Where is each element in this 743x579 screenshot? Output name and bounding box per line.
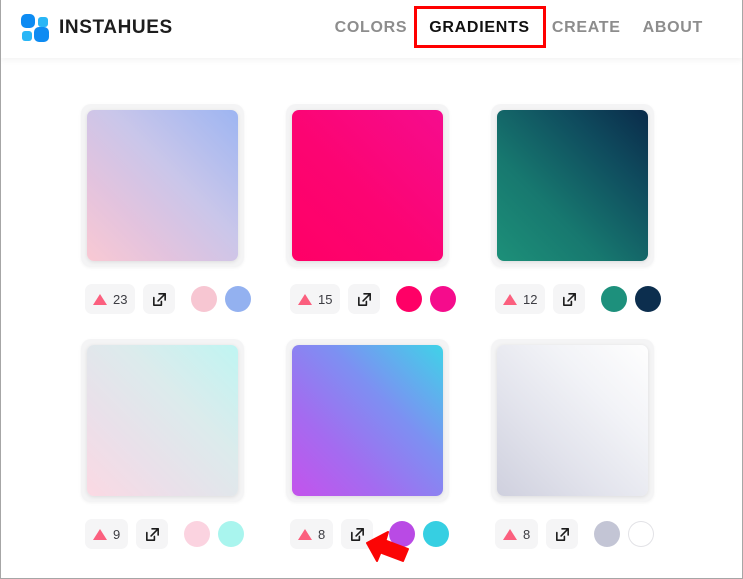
- upvote-button[interactable]: 15: [290, 284, 341, 314]
- gradient-preview[interactable]: [81, 104, 244, 267]
- color-swatches: [601, 286, 662, 312]
- gradient-fill: [87, 345, 238, 496]
- vote-count: 15: [318, 291, 333, 307]
- nav-item-about-wrap: ABOUT: [632, 19, 714, 37]
- vote-count: 23: [113, 291, 128, 307]
- gradient-preview[interactable]: [491, 339, 654, 502]
- nav-item-gradients-wrap: GRADIENTS: [414, 6, 546, 48]
- gradient-fill: [87, 110, 238, 261]
- triangle-up-icon: [298, 293, 312, 305]
- triangle-up-icon: [93, 293, 107, 305]
- upvote-button[interactable]: 9: [85, 519, 129, 549]
- nav-item-about[interactable]: ABOUT: [632, 19, 714, 37]
- gradient-card: 8: [491, 339, 666, 574]
- card-actions: 12: [495, 284, 662, 314]
- nav-item-colors[interactable]: COLORS: [324, 19, 419, 37]
- color-swatches: [184, 521, 245, 547]
- color-swatch[interactable]: [218, 521, 245, 547]
- vote-count: 9: [113, 526, 121, 542]
- logo-squares-icon: [21, 14, 49, 42]
- gradient-preview[interactable]: [286, 339, 449, 502]
- share-button[interactable]: [546, 519, 579, 549]
- gradient-grid: 23 15 12 9 8 8: [81, 104, 666, 574]
- card-actions: 8: [290, 519, 450, 549]
- color-swatches: [594, 521, 655, 547]
- gradient-card: 12: [491, 104, 666, 339]
- gradient-fill: [497, 345, 648, 496]
- color-swatch[interactable]: [184, 521, 211, 547]
- triangle-up-icon: [298, 528, 312, 540]
- upvote-button[interactable]: 8: [495, 519, 539, 549]
- upvote-button[interactable]: 8: [290, 519, 334, 549]
- vote-count: 8: [318, 526, 326, 542]
- share-button[interactable]: [348, 284, 381, 314]
- vote-count: 8: [523, 526, 531, 542]
- color-swatch[interactable]: [628, 521, 655, 547]
- card-actions: 8: [495, 519, 655, 549]
- color-swatches: [396, 286, 457, 312]
- external-link-icon: [562, 292, 576, 306]
- vote-count: 12: [523, 291, 538, 307]
- gradient-fill: [292, 110, 443, 261]
- color-swatch[interactable]: [389, 521, 416, 547]
- gradients-page: 23 15 12 9 8 8: [1, 58, 742, 578]
- gradient-card: 9: [81, 339, 256, 574]
- nav-item-colors-wrap: COLORS: [324, 19, 419, 37]
- color-swatch[interactable]: [396, 286, 423, 312]
- color-swatch[interactable]: [594, 521, 621, 547]
- card-actions: 23: [85, 284, 252, 314]
- color-swatches: [389, 521, 450, 547]
- share-button[interactable]: [553, 284, 586, 314]
- external-link-icon: [357, 292, 371, 306]
- card-actions: 9: [85, 519, 245, 549]
- app-window: INSTAHUES COLORS GRADIENTS CREATE ABOUT …: [0, 0, 743, 579]
- external-link-icon: [350, 527, 364, 541]
- color-swatch[interactable]: [635, 286, 662, 312]
- color-swatch[interactable]: [601, 286, 628, 312]
- gradient-preview[interactable]: [81, 339, 244, 502]
- upvote-button[interactable]: 23: [85, 284, 136, 314]
- site-header: INSTAHUES COLORS GRADIENTS CREATE ABOUT: [1, 0, 742, 58]
- gradient-fill: [292, 345, 443, 496]
- share-button[interactable]: [136, 519, 169, 549]
- color-swatch[interactable]: [191, 286, 218, 312]
- gradient-preview[interactable]: [286, 104, 449, 267]
- triangle-up-icon: [503, 528, 517, 540]
- nav-item-create-wrap: CREATE: [541, 19, 632, 37]
- external-link-icon: [555, 527, 569, 541]
- gradient-fill: [497, 110, 648, 261]
- gradient-card: 8: [286, 339, 461, 574]
- color-swatch[interactable]: [430, 286, 457, 312]
- color-swatches: [191, 286, 252, 312]
- share-button[interactable]: [143, 284, 176, 314]
- external-link-icon: [145, 527, 159, 541]
- color-swatch[interactable]: [225, 286, 252, 312]
- gradient-card: 15: [286, 104, 461, 339]
- card-actions: 15: [290, 284, 457, 314]
- nav-item-create[interactable]: CREATE: [541, 19, 632, 37]
- color-swatch[interactable]: [423, 521, 450, 547]
- external-link-icon: [152, 292, 166, 306]
- gradient-card: 23: [81, 104, 256, 339]
- gradient-preview[interactable]: [491, 104, 654, 267]
- triangle-up-icon: [93, 528, 107, 540]
- share-button[interactable]: [341, 519, 374, 549]
- brand[interactable]: INSTAHUES: [21, 14, 173, 42]
- triangle-up-icon: [503, 293, 517, 305]
- brand-name: INSTAHUES: [59, 17, 173, 38]
- upvote-button[interactable]: 12: [495, 284, 546, 314]
- nav-item-gradients[interactable]: GRADIENTS: [418, 19, 541, 37]
- main-nav: COLORS GRADIENTS CREATE ABOUT: [324, 6, 714, 48]
